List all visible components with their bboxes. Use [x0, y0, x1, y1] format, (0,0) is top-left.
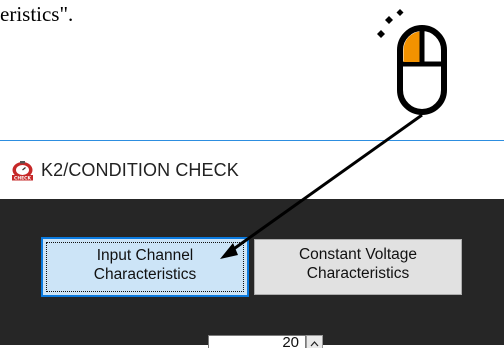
mouse-click-icon: [377, 9, 447, 115]
click-rays-icon: [377, 9, 404, 38]
arrow-head-icon: [220, 243, 238, 259]
